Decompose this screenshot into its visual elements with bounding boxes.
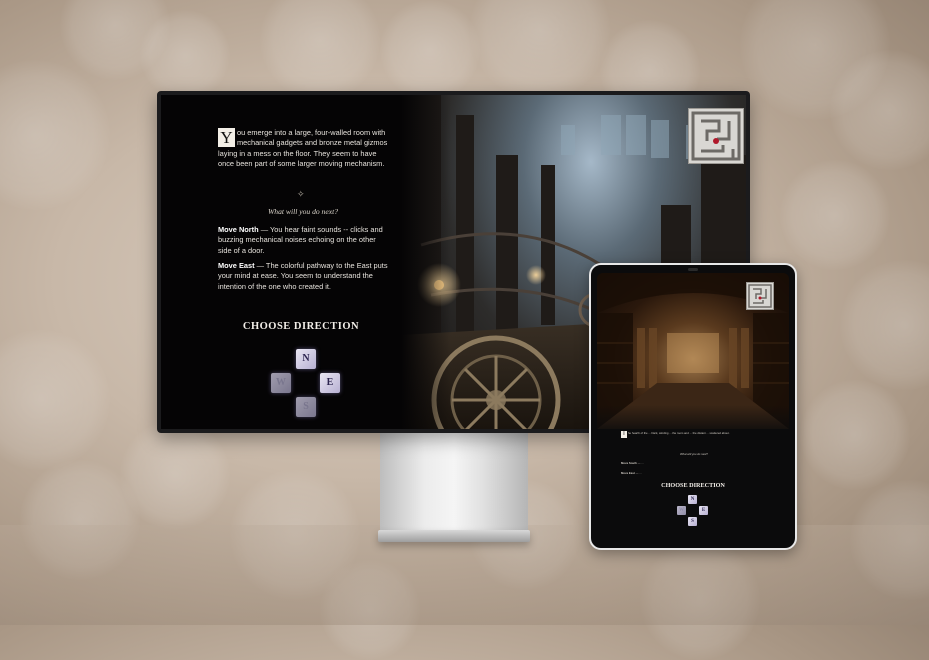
tablet-story-paragraph: he hearth of the ... Dark, winding ... t… [628, 431, 730, 435]
tablet-maze-map-icon[interactable] [746, 282, 774, 310]
direction-east-button[interactable]: E [320, 373, 340, 393]
option-label: Move East [218, 261, 255, 270]
story-paragraph: ou emerge into a large, four-walled room… [218, 128, 388, 169]
tablet-direction-east-button[interactable]: E [699, 506, 708, 515]
monitor-stand [380, 433, 528, 533]
tablet-device: The hearth of the ... Dark, winding ... … [589, 263, 797, 550]
maze-map-icon[interactable] [688, 108, 744, 164]
option-label: Move North [218, 225, 259, 234]
choose-direction-title: CHOOSE DIRECTION [242, 321, 360, 332]
monitor-stand-base [378, 530, 530, 542]
camera-icon [688, 268, 698, 271]
tablet-drop-cap: T [621, 431, 627, 438]
tablet-option-move-south[interactable]: Move South — ... [621, 461, 767, 465]
drop-cap: Y [218, 128, 235, 147]
option-label: Move South [621, 461, 637, 465]
option-description: — ... [636, 461, 644, 465]
direction-north-button[interactable]: N [296, 349, 316, 369]
option-move-north[interactable]: Move North — You hear faint sounds -- cl… [218, 225, 388, 256]
prompt-text: What will you do next? [267, 207, 339, 216]
direction-west-button[interactable]: W [271, 373, 291, 393]
option-description: — ... [634, 471, 642, 475]
scene-fade [401, 95, 451, 429]
story-text: You emerge into a large, four-walled roo… [218, 128, 388, 170]
tablet-story-text: The hearth of the ... Dark, winding ... … [621, 431, 767, 438]
tablet-direction-north-button[interactable]: N [688, 495, 697, 504]
option-label: Move East [621, 471, 635, 475]
tablet-choose-direction-title: CHOOSE DIRECTION [661, 482, 725, 489]
story-panel: You emerge into a large, four-walled roo… [161, 95, 401, 429]
separator-icon: ✧ [297, 189, 305, 199]
tablet-direction-south-button[interactable]: S [688, 517, 697, 526]
direction-south-button[interactable]: S [296, 397, 316, 417]
tablet-direction-west-button[interactable]: W [677, 506, 686, 515]
tablet-option-move-east[interactable]: Move East — ... [621, 471, 767, 475]
tablet-prompt-text: What will you do next? [680, 452, 708, 456]
option-move-east[interactable]: Move East — The colorful pathway to the … [218, 261, 388, 292]
